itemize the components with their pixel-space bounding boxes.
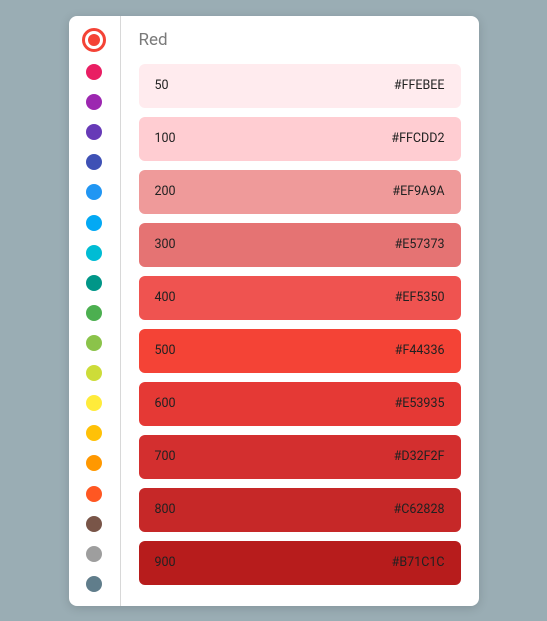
color-dot-icon xyxy=(86,124,102,140)
color-family-light-blue[interactable] xyxy=(82,213,106,232)
color-dot-icon xyxy=(86,425,102,441)
swatch-row[interactable]: 900 #B71C1C xyxy=(139,541,461,585)
color-family-amber[interactable] xyxy=(82,424,106,443)
color-family-cyan[interactable] xyxy=(82,243,106,262)
color-dot-icon xyxy=(86,215,102,231)
color-family-purple[interactable] xyxy=(82,93,106,112)
color-family-red[interactable] xyxy=(82,28,106,52)
color-dot-icon xyxy=(86,455,102,471)
swatch-hex-value: #FFCDD2 xyxy=(391,131,444,146)
color-family-yellow[interactable] xyxy=(82,394,106,413)
color-family-pink[interactable] xyxy=(82,63,106,82)
color-dot-icon xyxy=(86,395,102,411)
color-detail-panel: Red 50 #FFEBEE 100 #FFCDD2 200 #EF9A9A 300 #E57… xyxy=(121,16,479,606)
color-family-indigo[interactable] xyxy=(82,153,106,172)
swatch-hex-value: #EF5350 xyxy=(395,290,445,305)
swatch-shade-label: 700 xyxy=(155,449,176,464)
color-family-sidebar xyxy=(69,16,121,606)
color-dot-icon xyxy=(86,305,102,321)
swatch-shade-label: 400 xyxy=(155,290,176,305)
swatch-shade-label: 600 xyxy=(155,396,176,411)
swatch-shade-label: 50 xyxy=(155,78,169,93)
swatch-row[interactable]: 200 #EF9A9A xyxy=(139,170,461,214)
swatch-hex-value: #FFEBEE xyxy=(394,78,445,93)
swatch-hex-value: #D32F2F xyxy=(394,449,445,464)
color-family-brown[interactable] xyxy=(82,514,106,533)
swatch-shade-label: 800 xyxy=(155,502,176,517)
color-dot-icon xyxy=(86,365,102,381)
swatch-row[interactable]: 800 #C62828 xyxy=(139,488,461,532)
color-dot-icon xyxy=(86,516,102,532)
color-family-deep-purple[interactable] xyxy=(82,123,106,142)
swatch-row[interactable]: 100 #FFCDD2 xyxy=(139,117,461,161)
color-family-green[interactable] xyxy=(82,303,106,322)
color-family-lime[interactable] xyxy=(82,364,106,383)
swatch-row[interactable]: 500 #F44336 xyxy=(139,329,461,373)
color-dot-icon xyxy=(86,184,102,200)
swatch-row[interactable]: 700 #D32F2F xyxy=(139,435,461,479)
color-family-deep-orange[interactable] xyxy=(82,484,106,503)
color-dot-icon xyxy=(86,486,102,502)
swatch-list: 50 #FFEBEE 100 #FFCDD2 200 #EF9A9A 300 #E57373 4… xyxy=(139,64,461,585)
color-dot-icon xyxy=(86,335,102,351)
swatch-hex-value: #F44336 xyxy=(395,343,445,358)
color-family-grey[interactable] xyxy=(82,544,106,563)
color-dot-icon xyxy=(86,94,102,110)
swatch-shade-label: 500 xyxy=(155,343,176,358)
color-dot-icon xyxy=(86,154,102,170)
swatch-shade-label: 300 xyxy=(155,237,176,252)
swatch-shade-label: 200 xyxy=(155,184,176,199)
swatch-hex-value: #E57373 xyxy=(395,237,445,252)
color-dot-icon xyxy=(88,34,100,46)
selected-ring-icon xyxy=(82,28,106,52)
swatch-shade-label: 100 xyxy=(155,131,176,146)
color-family-orange[interactable] xyxy=(82,454,106,473)
swatch-hex-value: #C62828 xyxy=(394,502,445,517)
color-family-light-green[interactable] xyxy=(82,333,106,352)
color-family-blue-grey[interactable] xyxy=(82,574,106,593)
color-dot-icon xyxy=(86,64,102,80)
swatch-row[interactable]: 300 #E57373 xyxy=(139,223,461,267)
color-dot-icon xyxy=(86,576,102,592)
color-family-teal[interactable] xyxy=(82,273,106,292)
swatch-row[interactable]: 600 #E53935 xyxy=(139,382,461,426)
color-dot-icon xyxy=(86,275,102,291)
swatch-hex-value: #EF9A9A xyxy=(392,184,444,199)
color-dot-icon xyxy=(86,245,102,261)
color-family-title: Red xyxy=(139,30,461,50)
swatch-hex-value: #B71C1C xyxy=(392,555,445,570)
swatch-shade-label: 900 xyxy=(155,555,176,570)
swatch-row[interactable]: 400 #EF5350 xyxy=(139,276,461,320)
swatch-row[interactable]: 50 #FFEBEE xyxy=(139,64,461,108)
color-palette-card: Red 50 #FFEBEE 100 #FFCDD2 200 #EF9A9A 300 #E57… xyxy=(69,16,479,606)
color-dot-icon xyxy=(86,546,102,562)
swatch-hex-value: #E53935 xyxy=(395,396,445,411)
color-family-blue[interactable] xyxy=(82,183,106,202)
